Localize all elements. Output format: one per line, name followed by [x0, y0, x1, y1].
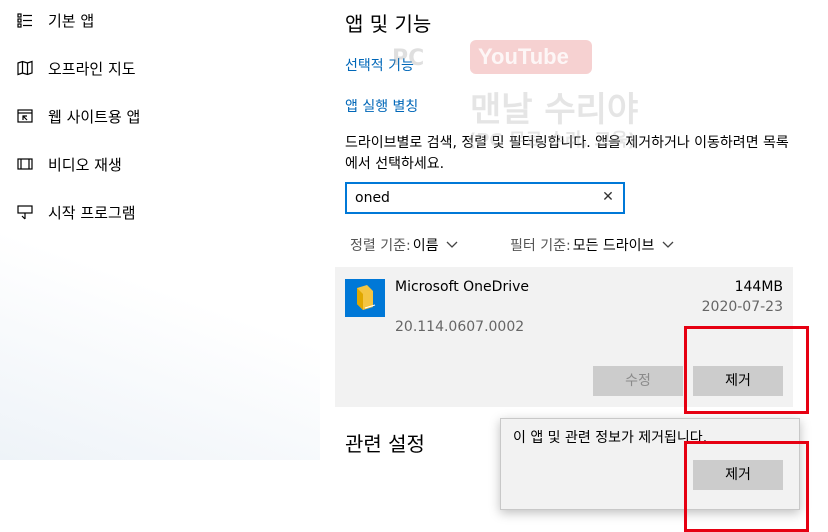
highlight-box — [684, 441, 809, 532]
map-icon — [16, 59, 34, 77]
filter-value: 모든 드라이브 — [572, 238, 655, 254]
app-name: Microsoft OneDrive — [395, 279, 529, 295]
filter-dropdown[interactable]: 필터 기준: 모든 드라이브 — [510, 235, 674, 255]
sidebar-item-video-playback[interactable]: 비디오 재생 — [0, 144, 320, 184]
app-execution-aliases-link[interactable]: 앱 실행 별칭 — [345, 96, 418, 116]
video-icon — [16, 155, 34, 173]
modify-button[interactable]: 수정 — [593, 366, 683, 396]
optional-features-link[interactable]: 선택적 기능 — [345, 55, 414, 75]
flyout-message: 이 앱 및 관련 정보가 제거됩니다. — [513, 430, 708, 446]
sidebar-item-label: 비디오 재생 — [48, 155, 122, 174]
app-install-date: 2020-07-23 — [701, 299, 783, 315]
chevron-down-icon — [662, 238, 674, 252]
filter-label: 필터 기준: — [510, 238, 571, 254]
sidebar-item-apps-for-websites[interactable]: 웹 사이트용 앱 — [0, 96, 320, 136]
sort-dropdown[interactable]: 정렬 기준: 이름 — [350, 235, 458, 255]
sidebar-item-label: 웹 사이트용 앱 — [48, 107, 141, 126]
search-box[interactable]: ✕ — [345, 182, 625, 214]
page-title: 앱 및 기능 — [345, 12, 432, 36]
sidebar: 기본 앱 오프라인 지도 웹 사이트용 앱 비디오 재생 시작 프로그램 — [0, 0, 320, 460]
highlight-box — [684, 326, 809, 414]
startup-icon — [16, 203, 34, 221]
sort-value: 이름 — [412, 238, 439, 254]
sort-label: 정렬 기준: — [350, 238, 411, 254]
search-input[interactable] — [355, 188, 595, 208]
app-version: 20.114.0607.0002 — [395, 319, 525, 335]
onedrive-icon — [345, 279, 385, 317]
default-apps-icon — [16, 11, 34, 29]
web-app-icon — [16, 107, 34, 125]
sidebar-item-offline-maps[interactable]: 오프라인 지도 — [0, 48, 320, 88]
description-text: 드라이브별로 검색, 정렬 및 필터링합니다. 앱을 제거하거나 이동하려면 목… — [345, 135, 789, 172]
sidebar-item-label: 기본 앱 — [48, 11, 95, 30]
clear-icon[interactable]: ✕ — [601, 189, 615, 205]
sidebar-item-label: 시작 프로그램 — [48, 203, 136, 222]
sidebar-item-startup[interactable]: 시작 프로그램 — [0, 192, 320, 232]
watermark-logo-text: YouTube — [478, 44, 569, 69]
sidebar-item-default-apps[interactable]: 기본 앱 — [0, 0, 320, 40]
sidebar-item-label: 오프라인 지도 — [48, 59, 136, 78]
related-settings-heading: 관련 설정 — [345, 432, 425, 456]
chevron-down-icon — [446, 238, 458, 252]
app-size: 144MB — [734, 279, 783, 295]
